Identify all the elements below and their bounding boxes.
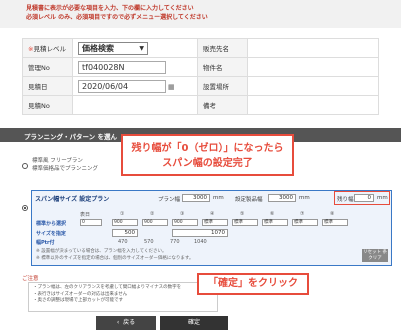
std-select-7[interactable]: 標準 (292, 219, 318, 226)
remain-value: 0 (354, 194, 374, 202)
notice-banner: 見積書に表示が必要な項目を入力、下の欄に入力してください 必須レベル のみ、必須… (0, 0, 401, 28)
ptr-value-1: 470 (118, 239, 128, 245)
size-row-label: サイズを指定 (36, 231, 66, 237)
estimate-level-label: ※見積レベル (22, 38, 73, 58)
std-select-4[interactable]: 標準 (202, 219, 228, 226)
notice-line-2: 必須レベル のみ、必須項目ですので必ずメニュー選択してください (26, 14, 208, 21)
calendar-icon[interactable]: ▦ (168, 83, 175, 91)
ptr-value-3: 770 (170, 239, 180, 245)
estimate-no-label: 見積No (22, 95, 73, 115)
size-input-3[interactable]: 1070 (172, 229, 228, 237)
remarks-field[interactable] (247, 95, 379, 115)
ptr-row-label: 幅Ptr付 (36, 240, 55, 246)
property-label: 物件名 (197, 57, 248, 77)
col-head-8: ⑧ (330, 211, 335, 217)
free-plan-subtitle: 標準価格品でプランニング (32, 166, 99, 172)
span-plan-radio[interactable] (22, 205, 28, 211)
chevron-left-icon: ‹ (116, 319, 120, 326)
caution-box: ・プラン幅は、左のクリアランスを考慮して間口幅よりマイナスの数字を ・表行きはサ… (28, 282, 218, 312)
free-plan-option[interactable]: 標準風 フリープラン 標準価格品でプランニング (32, 157, 98, 173)
col-head-6: ⑥ (270, 211, 275, 217)
callout-line-1: 残り幅が「0（ゼロ）」になったら (131, 143, 284, 154)
free-plan-title: 標準風 フリープラン (32, 158, 83, 164)
client-label: 販売先名 (197, 38, 248, 58)
span-plan-panel: スパン幅サイズ 設定プラン プラン幅 3000 mm 設定製品幅 3000 mm… (31, 190, 392, 266)
std-row-label: 標準から選択 (36, 221, 67, 227)
remain-unit: mm (377, 195, 388, 201)
std-select-3[interactable]: 900 (172, 219, 198, 226)
install-field[interactable] (247, 76, 379, 96)
date-label: 見積日 (22, 76, 73, 96)
estimate-no-field[interactable] (72, 95, 198, 115)
set-total-value: 3000 (268, 194, 296, 202)
mgmt-no-label: 管理No (22, 57, 73, 77)
std-select-8[interactable]: 標準 (322, 219, 348, 226)
date-input[interactable]: 2020/06/04 (78, 79, 166, 93)
ptr-value-4: 1040 (194, 239, 207, 245)
confirm-button[interactable]: 確定 (160, 316, 228, 330)
plan-width-input[interactable]: 3000 (182, 194, 210, 202)
ptr-value-2: 570 (144, 239, 154, 245)
free-plan-radio[interactable] (22, 163, 28, 169)
chevron-down-icon: ▼ (139, 44, 144, 52)
plan-width-unit: mm (213, 195, 224, 201)
caution-line-3: ・奥さの調整は現場で上部カットが可能です (33, 298, 123, 303)
instruction-callout-confirm: 「確定」をクリック (197, 273, 309, 295)
estimate-level-select[interactable]: 価格検索 ▼ (78, 41, 148, 55)
set-total-label: 設定製品幅 (235, 197, 263, 203)
span-plan-header: スパン幅サイズ 設定プラン (35, 196, 110, 203)
col-head-4: ④ (210, 211, 215, 217)
notice-line-1: 見積書に表示が必要な項目を入力、下の欄に入力してください (26, 5, 194, 12)
col-head-5: ⑤ (240, 211, 245, 217)
remain-label: 残り幅 (337, 197, 354, 203)
size-input-1[interactable]: 500 (112, 229, 138, 237)
client-field[interactable] (247, 38, 379, 58)
span-note-2: ※ 標準以外のサイズを指定の場合は、個別のサイズオーダー価格になります。 (36, 256, 194, 261)
reset-button[interactable]: リセット 条クリア (362, 249, 388, 262)
std-count-select[interactable]: 0 (80, 219, 102, 226)
std-select-1[interactable]: 900 (112, 219, 138, 226)
remarks-label: 備考 (197, 95, 248, 115)
std-select-2[interactable]: 900 (142, 219, 168, 226)
back-button[interactable]: ‹ 戻る (96, 316, 156, 330)
plan-width-label: プラン幅 (158, 197, 181, 203)
std-select-6[interactable]: 標準 (262, 219, 288, 226)
set-total-unit: mm (299, 195, 310, 201)
std-select-5[interactable]: 標準 (232, 219, 258, 226)
estimate-form: ※見積レベル 価格検索 ▼ 販売先名 管理No tf040028N 物件名 見積日… (22, 38, 379, 115)
col-label: 表日 (80, 212, 91, 218)
col-head-3: ③ (180, 211, 185, 217)
span-note-1: ※ 設置幅が決まっている場合は、プラン幅を入力してください。 (36, 249, 167, 254)
col-head-7: ⑦ (300, 211, 305, 217)
instruction-callout-remaining: 残り幅が「0（ゼロ）」になったら スパン幅の設定完了 (121, 134, 294, 176)
mgmt-no-input[interactable]: tf040028N (78, 60, 166, 74)
caution-title: ご注意 (22, 276, 39, 282)
install-label: 設置場所 (197, 76, 248, 96)
col-head-1: ① (120, 211, 125, 217)
callout-line-2: スパン幅の設定完了 (162, 158, 253, 169)
col-head-2: ② (150, 211, 155, 217)
property-field[interactable] (247, 57, 379, 77)
